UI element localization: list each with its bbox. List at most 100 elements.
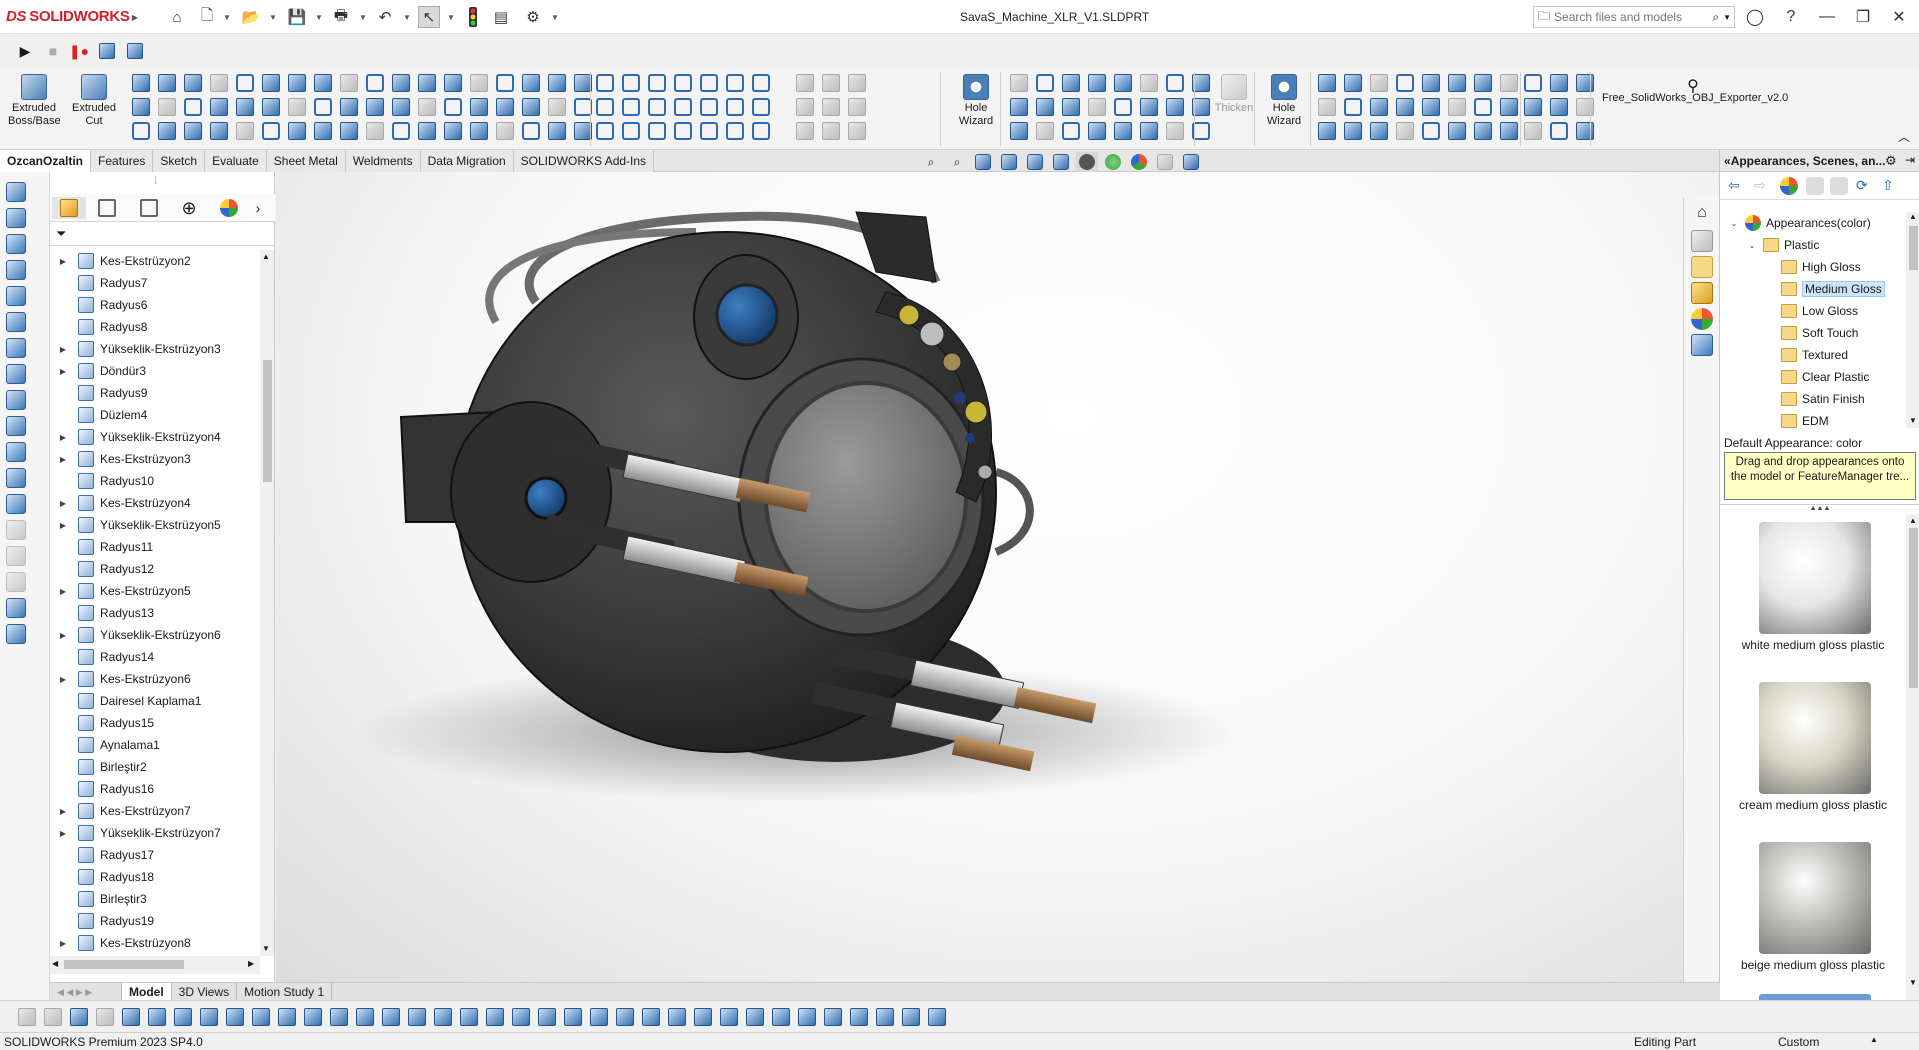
- up-level-icon[interactable]: ⇧: [1882, 177, 1900, 195]
- sketch-tool-icon[interactable]: [648, 98, 666, 116]
- surface-tool-icon[interactable]: [1114, 122, 1132, 140]
- feature-tool-icon[interactable]: [340, 74, 358, 92]
- sheet-metal-tool-icon[interactable]: [1422, 98, 1440, 116]
- appearance-tree-item[interactable]: EDM: [1720, 410, 1906, 428]
- sheet-metal-tool-icon[interactable]: [1318, 122, 1336, 140]
- appearance-tree-item[interactable]: ⌄ Plastic: [1720, 234, 1906, 256]
- save-dropdown-icon[interactable]: ▼: [314, 6, 324, 28]
- collapse-toggle-icon[interactable]: ⌄: [1746, 241, 1758, 250]
- surface-tool-icon[interactable]: [1166, 98, 1184, 116]
- solidworks-logo[interactable]: DS SOLIDWORKS: [6, 8, 130, 25]
- feature-tool-icon[interactable]: [236, 98, 254, 116]
- design-library-icon[interactable]: [1691, 230, 1713, 252]
- appearance-tree-item[interactable]: High Gloss: [1720, 256, 1906, 278]
- hscroll-thumb[interactable]: [64, 960, 184, 969]
- unit-system[interactable]: Custom: [1778, 1035, 1819, 1049]
- sketch-edit-tool-icon[interactable]: [796, 74, 814, 92]
- weldment-tool-icon[interactable]: [1524, 98, 1542, 116]
- add-folder-icon[interactable]: [1806, 177, 1824, 195]
- selection-filter-icon[interactable]: [564, 1008, 582, 1026]
- selection-filter-icon[interactable]: [720, 1008, 738, 1026]
- tab-solidworks-add-ins[interactable]: SOLIDWORKS Add-Ins: [513, 150, 655, 172]
- selection-filter-icon[interactable]: [642, 1008, 660, 1026]
- expand-arrow-icon[interactable]: ▶: [56, 499, 70, 508]
- feature-tree-item[interactable]: Radyus13: [50, 602, 260, 624]
- search-box[interactable]: 🗀 ⌕ ▼: [1533, 6, 1735, 28]
- selection-filter-icon[interactable]: [96, 1008, 114, 1026]
- new-document-icon[interactable]: 🗋: [196, 6, 218, 28]
- sketch-tool-icon[interactable]: [674, 122, 692, 140]
- minimize-icon[interactable]: —: [1812, 4, 1842, 30]
- edit-appearance-icon[interactable]: [1128, 152, 1150, 172]
- sketch-tool-icon[interactable]: [596, 122, 614, 140]
- surface-tool-icon[interactable]: [1036, 122, 1054, 140]
- appearances-home-icon[interactable]: [1780, 177, 1798, 195]
- shortcut-tool-icon[interactable]: [6, 260, 26, 280]
- feature-tree-item[interactable]: Dairesel Kaplama1: [50, 690, 260, 712]
- selection-filter-icon[interactable]: [616, 1008, 634, 1026]
- feature-tree-item[interactable]: Radyus18: [50, 866, 260, 888]
- feature-tool-icon[interactable]: [366, 74, 384, 92]
- feature-tree-item[interactable]: Radyus12: [50, 558, 260, 580]
- selection-filter-icon[interactable]: [538, 1008, 556, 1026]
- weldment-tool-icon[interactable]: [1576, 74, 1594, 92]
- feature-tree-item[interactable]: ▶ Kes-Ekstrüzyon6: [50, 668, 260, 690]
- obj-exporter-label[interactable]: Free_SolidWorks_OBJ_Exporter_v2.0: [1602, 92, 1788, 104]
- solidworks-resources-icon[interactable]: ⌂: [1691, 204, 1713, 226]
- feature-tool-icon[interactable]: [418, 74, 436, 92]
- feature-tool-icon[interactable]: [210, 98, 228, 116]
- selection-filter-icon[interactable]: [902, 1008, 920, 1026]
- scroll-up-arrow-icon[interactable]: ▲: [262, 252, 270, 261]
- sheet-metal-tool-icon[interactable]: [1318, 98, 1336, 116]
- sheet-metal-tool-icon[interactable]: [1370, 74, 1388, 92]
- feature-tree-item[interactable]: ▶ Kes-Ekstrüzyon2: [50, 250, 260, 272]
- feature-tool-icon[interactable]: [366, 122, 384, 140]
- feature-tree-item[interactable]: ▶ Yükseklik-Ekstrüzyon7: [50, 822, 260, 844]
- feature-tool-icon[interactable]: [184, 98, 202, 116]
- feature-tree-item[interactable]: ▶ Kes-Ekstrüzyon4: [50, 492, 260, 514]
- shortcut-tool-icon[interactable]: [6, 624, 26, 644]
- feature-tool-icon[interactable]: [496, 74, 514, 92]
- feature-tool-icon[interactable]: [314, 122, 332, 140]
- sheet-metal-tool-icon[interactable]: [1448, 98, 1466, 116]
- shortcut-tool-icon[interactable]: [6, 520, 26, 540]
- surface-tool-icon[interactable]: [1140, 74, 1158, 92]
- view-settings-icon[interactable]: [1180, 152, 1202, 172]
- print-dropdown-icon[interactable]: ▼: [358, 6, 368, 28]
- selection-filter-icon[interactable]: [694, 1008, 712, 1026]
- feature-tree-item[interactable]: Radyus17: [50, 844, 260, 866]
- feature-tree-item[interactable]: Birleştir2: [50, 756, 260, 778]
- sketch-tool-icon[interactable]: [622, 122, 640, 140]
- selection-filter-icon[interactable]: [226, 1008, 244, 1026]
- surface-tool-icon[interactable]: [1062, 98, 1080, 116]
- feature-tool-icon[interactable]: [314, 98, 332, 116]
- feature-tool-icon[interactable]: [210, 122, 228, 140]
- sheet-metal-tool-icon[interactable]: [1500, 98, 1518, 116]
- surface-tool-icon[interactable]: [1166, 122, 1184, 140]
- sheet-metal-tool-icon[interactable]: [1474, 98, 1492, 116]
- selection-filter-icon[interactable]: [122, 1008, 140, 1026]
- shortcut-tool-icon[interactable]: [6, 364, 26, 384]
- weldment-tool-icon[interactable]: [1576, 98, 1594, 116]
- featuremanager-tab[interactable]: [52, 197, 86, 219]
- swatch-scroll-down-icon[interactable]: ▼: [1909, 978, 1917, 987]
- selection-filter-icon[interactable]: [408, 1008, 426, 1026]
- tab-sheet-metal[interactable]: Sheet Metal: [266, 150, 346, 172]
- appearances-tree-scrollbar[interactable]: ▲ ▼: [1906, 212, 1919, 428]
- section-view-icon[interactable]: [998, 152, 1020, 172]
- sketch-tool-icon[interactable]: [726, 98, 744, 116]
- new-macro-icon[interactable]: [96, 40, 118, 62]
- display-style-icon[interactable]: [1076, 152, 1098, 172]
- weldment-tool-icon[interactable]: [1524, 74, 1542, 92]
- feature-filter-bar[interactable]: ⏷: [50, 222, 275, 246]
- selection-filter-icon[interactable]: [746, 1008, 764, 1026]
- feature-tool-icon[interactable]: [392, 122, 410, 140]
- collapse-toggle-icon[interactable]: ⌄: [1728, 219, 1740, 228]
- shortcut-tool-icon[interactable]: [6, 546, 26, 566]
- selection-filter-icon[interactable]: [460, 1008, 478, 1026]
- apply-scene-icon[interactable]: [1154, 152, 1176, 172]
- shortcut-tool-icon[interactable]: [6, 234, 26, 254]
- feature-tree-item[interactable]: Radyus7: [50, 272, 260, 294]
- feature-tool-icon[interactable]: [548, 122, 566, 140]
- search-icon[interactable]: ⌕: [1712, 10, 1719, 25]
